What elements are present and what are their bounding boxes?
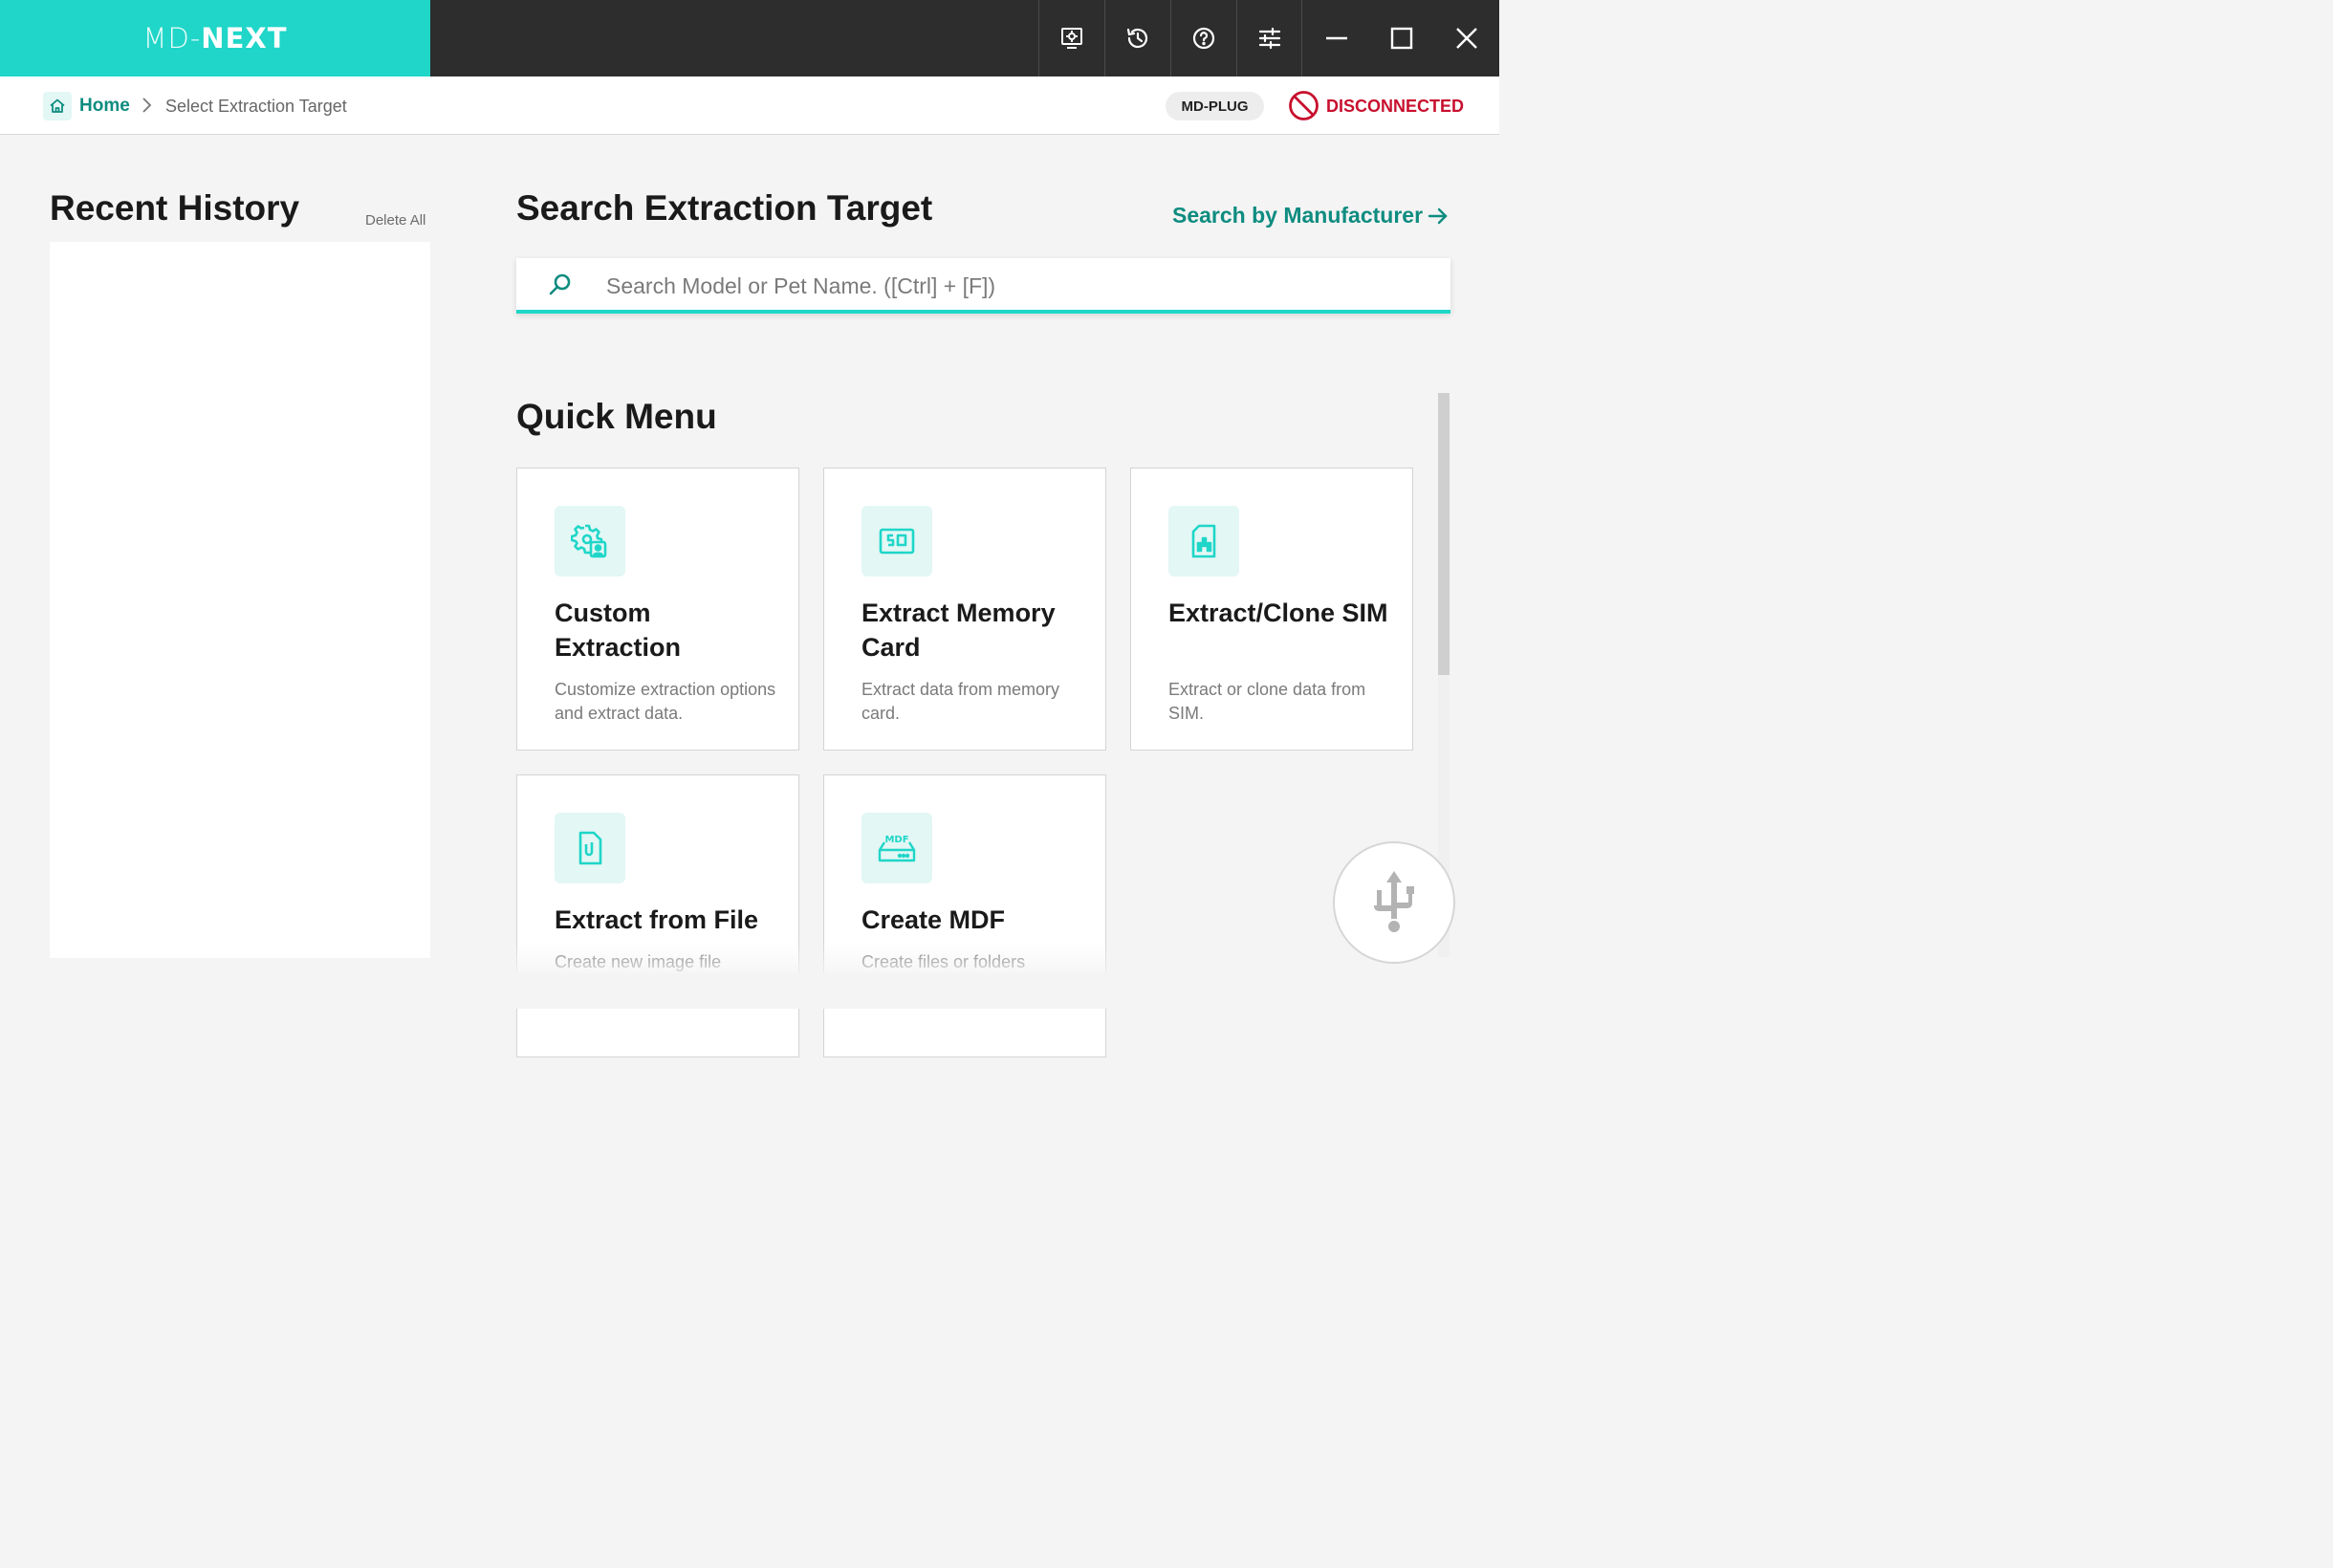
recent-history-title: Recent History — [50, 188, 300, 228]
card-icon-bg — [555, 506, 625, 577]
sd-card-icon — [879, 528, 915, 555]
card-create-mdf[interactable]: MDF Create MDF Create files or folders — [823, 774, 1106, 1057]
breadcrumb-home-link[interactable]: Home — [79, 96, 130, 117]
arrow-right-icon — [1428, 207, 1448, 224]
card-icon-bg — [1168, 506, 1239, 577]
search-input[interactable] — [593, 267, 1434, 305]
breadcrumb-bar: Home Select Extraction Target MD-PLUG DI… — [0, 76, 1499, 135]
chevron-right-icon — [142, 98, 152, 113]
card-description: Create new image file — [555, 952, 722, 971]
card-icon-bg — [861, 506, 932, 577]
settings-button[interactable] — [1236, 0, 1302, 76]
brand-name: NEXT — [201, 22, 288, 54]
delete-all-button[interactable]: Delete All — [365, 212, 425, 229]
help-button[interactable] — [1170, 0, 1236, 76]
card-description: Customize extraction options and extract… — [555, 680, 776, 723]
breadcrumb-current: Select Extraction Target — [165, 97, 347, 116]
connection-status: DISCONNECTED — [1326, 97, 1465, 116]
maximize-button[interactable] — [1369, 0, 1434, 76]
title-bar: MD-NEXT — [0, 0, 1499, 76]
search-title: Search Extraction Target — [516, 188, 933, 228]
brand-prefix: MD- — [142, 22, 202, 54]
card-title: Extract Memory Card — [861, 599, 1056, 662]
home-button[interactable] — [43, 92, 72, 120]
history-icon — [1126, 28, 1148, 49]
sim-card-icon — [1191, 524, 1216, 558]
card-description: Extract data from memory card. — [861, 680, 1060, 723]
help-icon — [1192, 27, 1215, 50]
card-icon-bg — [555, 813, 625, 883]
scrollbar-thumb[interactable] — [1438, 393, 1450, 675]
app-logo: MD-NEXT — [0, 0, 430, 76]
close-icon — [1456, 28, 1477, 49]
mdf-drive-icon: MDF — [878, 835, 916, 862]
screen-capture-icon — [1061, 28, 1082, 49]
device-badge: MD-PLUG — [1166, 92, 1264, 120]
history-button[interactable] — [1104, 0, 1170, 76]
card-extract-memory-card[interactable]: Extract Memory Card Extract data from me… — [823, 468, 1106, 751]
card-title: Extract/Clone SIM — [1168, 599, 1388, 627]
minimize-icon — [1326, 36, 1347, 40]
search-icon — [549, 273, 571, 295]
recent-history-list — [50, 242, 430, 958]
gear-user-icon — [571, 524, 607, 558]
search-by-manufacturer-label: Search by Manufacturer — [1172, 203, 1424, 228]
home-icon — [50, 98, 65, 113]
usb-icon — [1374, 871, 1414, 932]
usb-floating-button[interactable] — [1333, 841, 1455, 964]
disconnected-icon — [1289, 91, 1319, 120]
minimize-button[interactable] — [1304, 0, 1369, 76]
bottom-margin — [0, 973, 1499, 1009]
card-icon-bg: MDF — [861, 813, 932, 883]
card-description: Extract or clone data from SIM. — [1168, 680, 1366, 723]
quick-menu-title: Quick Menu — [516, 397, 717, 436]
card-title: Custom Extraction — [555, 599, 682, 662]
search-by-manufacturer-link[interactable]: Search by Manufacturer — [1172, 203, 1450, 229]
card-title: Create MDF — [861, 905, 1006, 934]
close-button[interactable] — [1434, 0, 1499, 76]
card-description: Create files or folders — [861, 952, 1026, 971]
svg-text:MDF: MDF — [884, 835, 908, 845]
maximize-icon — [1390, 27, 1413, 50]
card-title: Extract from File — [555, 905, 759, 934]
file-clip-icon — [578, 831, 602, 865]
settings-sliders-icon — [1258, 27, 1280, 50]
card-custom-extraction[interactable]: Custom Extraction Customize extraction o… — [516, 468, 799, 751]
card-extract-from-file[interactable]: Extract from File Create new image file — [516, 774, 799, 1057]
screen-capture-button[interactable] — [1038, 0, 1104, 76]
card-extract-clone-sim[interactable]: Extract/Clone SIM Extract or clone data … — [1130, 468, 1413, 751]
